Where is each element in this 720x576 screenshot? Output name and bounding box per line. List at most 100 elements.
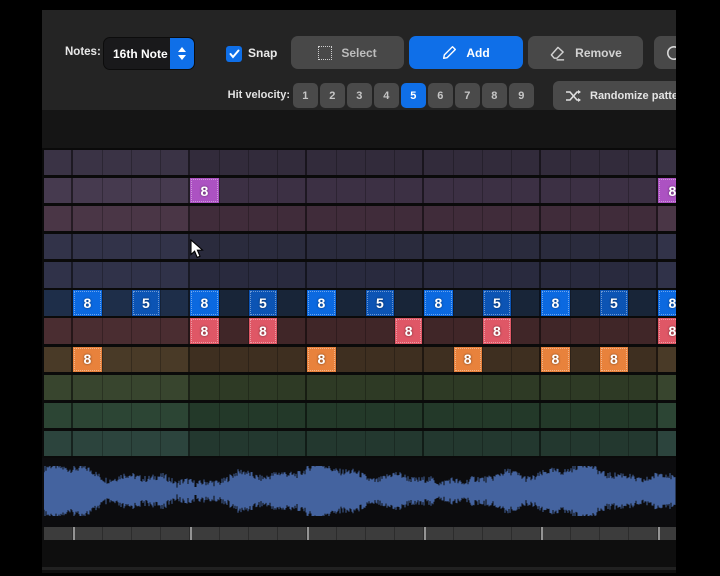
- grid-cell[interactable]: [424, 431, 453, 456]
- velocity-button-3[interactable]: 3: [347, 83, 372, 108]
- stepper-control[interactable]: [170, 38, 194, 69]
- velocity-button-9[interactable]: 9: [509, 83, 534, 108]
- grid-cell[interactable]: [366, 206, 395, 231]
- snap-checkbox[interactable]: [226, 46, 242, 62]
- grid-cell[interactable]: [629, 375, 658, 400]
- grid-cell[interactable]: [512, 150, 541, 175]
- scrub-segment[interactable]: [571, 527, 600, 540]
- grid-cell[interactable]: [73, 234, 102, 259]
- grid-cell[interactable]: [571, 178, 600, 203]
- note-cell[interactable]: 5: [249, 290, 277, 315]
- grid-cell[interactable]: [190, 206, 219, 231]
- note-cell[interactable]: 5: [600, 290, 628, 315]
- grid-cell[interactable]: 8: [541, 347, 570, 372]
- grid-cell[interactable]: [103, 206, 132, 231]
- grid-cell[interactable]: [73, 375, 102, 400]
- velocity-button-6[interactable]: 6: [428, 83, 453, 108]
- remove-button[interactable]: Remove: [528, 36, 643, 69]
- note-cell[interactable]: 8: [190, 290, 218, 315]
- grid-cell[interactable]: [483, 178, 512, 203]
- grid-cell[interactable]: [424, 318, 453, 343]
- grid-cell[interactable]: [629, 150, 658, 175]
- grid-cell[interactable]: [190, 403, 219, 428]
- grid-cell[interactable]: [103, 347, 132, 372]
- scrub-segment[interactable]: [278, 527, 307, 540]
- grid-cell[interactable]: 8: [73, 290, 102, 315]
- velocity-button-8[interactable]: 8: [482, 83, 507, 108]
- scrub-segment[interactable]: [483, 527, 512, 540]
- grid-cell[interactable]: [278, 150, 307, 175]
- grid-cell[interactable]: [571, 318, 600, 343]
- grid-cell[interactable]: [103, 178, 132, 203]
- grid-cell[interactable]: [629, 206, 658, 231]
- clipped-toolbar-button[interactable]: [654, 36, 676, 69]
- grid-cell[interactable]: [44, 290, 73, 315]
- grid-cell[interactable]: [44, 206, 73, 231]
- grid-cell[interactable]: [512, 234, 541, 259]
- grid-cell[interactable]: [454, 375, 483, 400]
- grid-cell[interactable]: [337, 318, 366, 343]
- grid-cell[interactable]: [483, 347, 512, 372]
- grid-cell[interactable]: [512, 347, 541, 372]
- grid-cell[interactable]: [454, 403, 483, 428]
- grid-cell[interactable]: 8: [190, 290, 219, 315]
- grid-cell[interactable]: [629, 290, 658, 315]
- grid-cell[interactable]: 5: [249, 290, 278, 315]
- note-cell[interactable]: 8: [249, 318, 277, 343]
- velocity-button-4[interactable]: 4: [374, 83, 399, 108]
- grid-cell[interactable]: [44, 403, 73, 428]
- grid-cell[interactable]: [307, 178, 336, 203]
- grid-cell[interactable]: [658, 431, 676, 456]
- grid-cell[interactable]: [571, 150, 600, 175]
- grid-cell[interactable]: [337, 403, 366, 428]
- grid-cell[interactable]: [190, 150, 219, 175]
- grid-cell[interactable]: [541, 234, 570, 259]
- grid-cell[interactable]: [249, 206, 278, 231]
- grid-cell[interactable]: [541, 403, 570, 428]
- grid-cell[interactable]: 8: [454, 347, 483, 372]
- grid-cell[interactable]: [483, 431, 512, 456]
- grid-cell[interactable]: [103, 290, 132, 315]
- grid-cell[interactable]: [307, 431, 336, 456]
- grid-cell[interactable]: [337, 347, 366, 372]
- grid-cell[interactable]: [132, 318, 161, 343]
- grid-cell[interactable]: [190, 262, 219, 287]
- grid-cell[interactable]: [366, 178, 395, 203]
- grid-cell[interactable]: [366, 234, 395, 259]
- grid-cell[interactable]: [600, 262, 629, 287]
- grid-cell[interactable]: [132, 262, 161, 287]
- grid-cell[interactable]: [132, 347, 161, 372]
- note-cell[interactable]: 5: [483, 290, 511, 315]
- grid-cell[interactable]: [278, 403, 307, 428]
- grid-cell[interactable]: [600, 150, 629, 175]
- grid-cell[interactable]: [424, 262, 453, 287]
- grid-cell[interactable]: [337, 178, 366, 203]
- grid-cell[interactable]: [483, 403, 512, 428]
- scrub-segment[interactable]: [44, 527, 73, 540]
- grid-cell[interactable]: [483, 375, 512, 400]
- note-cell[interactable]: 8: [73, 290, 101, 315]
- grid-cell[interactable]: [658, 150, 676, 175]
- note-cell[interactable]: 5: [132, 290, 160, 315]
- grid-cell[interactable]: [44, 234, 73, 259]
- grid-cell[interactable]: [424, 375, 453, 400]
- grid-cell[interactable]: [278, 431, 307, 456]
- grid-cell[interactable]: [307, 234, 336, 259]
- grid-cell[interactable]: [249, 375, 278, 400]
- grid-cell[interactable]: [337, 290, 366, 315]
- grid-cell[interactable]: [249, 178, 278, 203]
- scrub-segment[interactable]: [190, 527, 219, 540]
- grid-cell[interactable]: [190, 347, 219, 372]
- grid-cell[interactable]: [395, 403, 424, 428]
- grid-cell[interactable]: [454, 206, 483, 231]
- grid-cell[interactable]: [424, 178, 453, 203]
- grid-cell[interactable]: [249, 431, 278, 456]
- grid-cell[interactable]: [103, 431, 132, 456]
- grid-cell[interactable]: [571, 375, 600, 400]
- grid-cell[interactable]: [44, 178, 73, 203]
- grid-cell[interactable]: [454, 178, 483, 203]
- grid-cell[interactable]: [541, 375, 570, 400]
- grid-cell[interactable]: [541, 206, 570, 231]
- grid-cell[interactable]: [629, 431, 658, 456]
- note-cell[interactable]: 8: [483, 318, 511, 343]
